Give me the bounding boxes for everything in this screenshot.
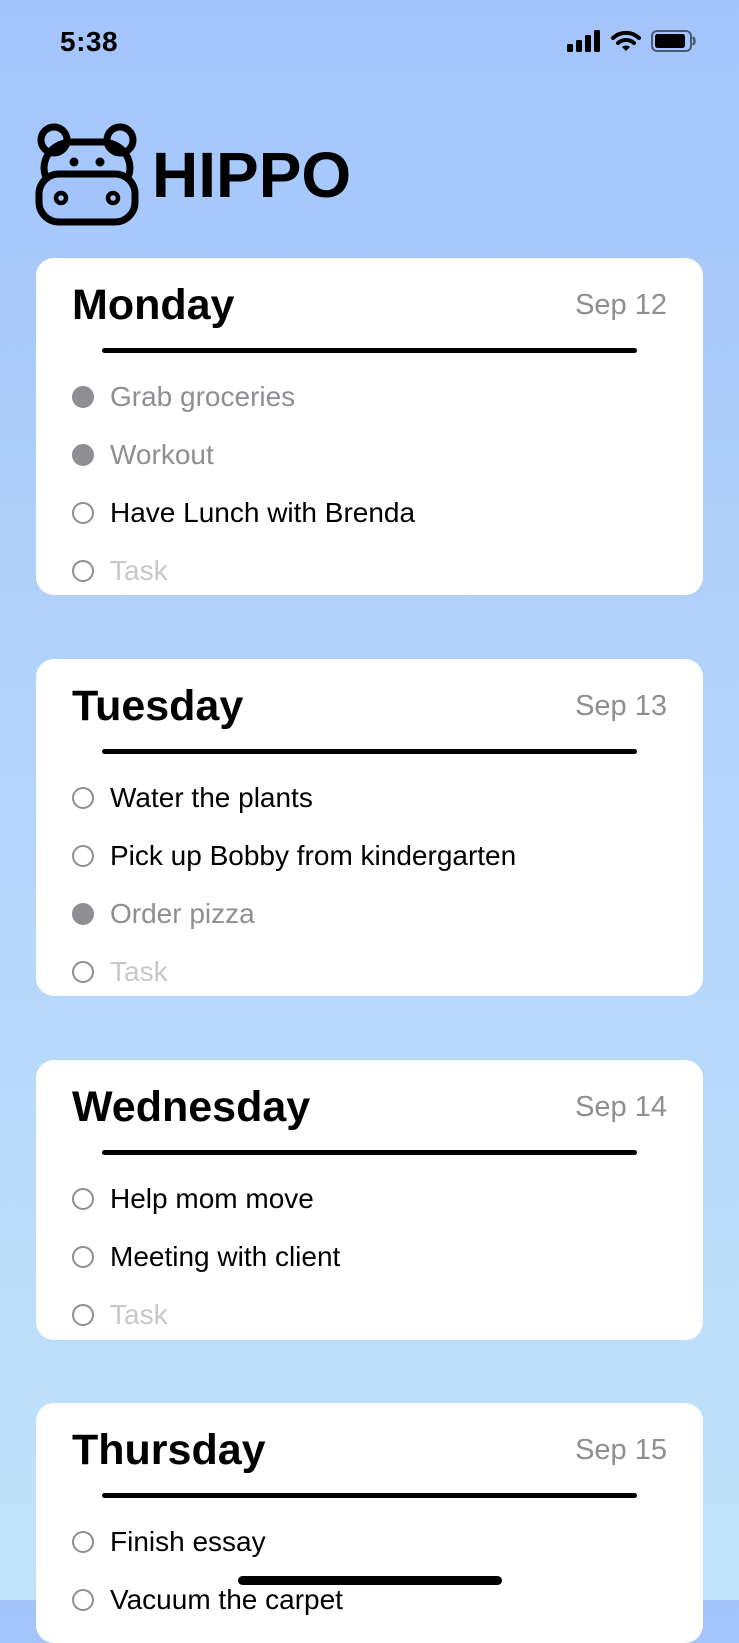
checkbox-unchecked-icon[interactable] — [72, 560, 94, 582]
new-task-input[interactable]: Task — [72, 943, 683, 996]
checkbox-unchecked-icon[interactable] — [72, 1246, 94, 1268]
status-bar: 5:38 — [0, 0, 739, 90]
checkbox-unchecked-icon[interactable] — [72, 1589, 94, 1611]
day-title: Wednesday — [72, 1083, 311, 1131]
new-task-placeholder[interactable]: Task — [110, 956, 168, 988]
divider — [102, 749, 637, 754]
task-list: Water the plants Pick up Bobby from kind… — [72, 769, 683, 996]
task-label: Pick up Bobby from kindergarten — [110, 840, 517, 871]
task-list: Help mom move Meeting with client Task — [72, 1170, 683, 1340]
day-date: Sep 14 — [575, 1091, 667, 1123]
task-label: Workout — [110, 439, 214, 470]
task-label: Have Lunch with Brenda — [110, 497, 416, 528]
task-item[interactable]: Water the plants — [72, 769, 683, 827]
checkbox-checked-icon[interactable] — [72, 386, 94, 408]
day-title: Thursday — [72, 1426, 266, 1474]
task-item[interactable]: Have Lunch with Brenda — [72, 484, 683, 542]
task-label: Grab groceries — [110, 381, 296, 412]
battery-icon — [651, 30, 696, 52]
task-label: Help mom move — [110, 1183, 314, 1214]
day-card-monday: Monday Sep 12 Grab groceries Workout Hav… — [36, 258, 703, 595]
status-time: 5:38 — [60, 26, 119, 57]
day-date: Sep 12 — [575, 289, 667, 321]
divider — [102, 1150, 637, 1155]
task-list: Finish essay Vacuum the carpet — [72, 1513, 683, 1629]
checkbox-unchecked-icon[interactable] — [72, 787, 94, 809]
new-task-input[interactable]: Task — [72, 1286, 683, 1340]
day-card-thursday: Thursday Sep 15 Finish essay Vacuum the … — [36, 1403, 703, 1643]
task-item[interactable]: Help mom move — [72, 1170, 683, 1228]
hippo-icon — [35, 123, 139, 226]
app-title: HIPPO — [152, 139, 352, 211]
status-icons — [567, 30, 697, 52]
day-card-wednesday: Wednesday Sep 14 Help mom move Meeting w… — [36, 1060, 703, 1340]
checkbox-unchecked-icon[interactable] — [72, 961, 94, 983]
task-item[interactable]: Pick up Bobby from kindergarten — [72, 827, 683, 885]
task-item[interactable]: Workout — [72, 426, 683, 484]
day-date: Sep 15 — [575, 1434, 667, 1466]
checkbox-checked-icon[interactable] — [72, 444, 94, 466]
day-title: Tuesday — [72, 682, 244, 730]
checkbox-unchecked-icon[interactable] — [72, 1531, 94, 1553]
divider — [102, 1493, 637, 1498]
app-logo: HIPPO — [34, 122, 351, 228]
task-label: Vacuum the carpet — [110, 1584, 343, 1615]
task-list: Grab groceries Workout Have Lunch with B… — [72, 368, 683, 595]
signal-icon — [567, 30, 600, 52]
task-item[interactable]: Grab groceries — [72, 368, 683, 426]
task-item[interactable]: Finish essay — [72, 1513, 683, 1571]
checkbox-unchecked-icon[interactable] — [72, 1304, 94, 1326]
new-task-placeholder[interactable]: Task — [110, 1299, 168, 1331]
task-label: Finish essay — [110, 1526, 266, 1557]
wifi-icon — [611, 30, 641, 51]
divider — [102, 348, 637, 353]
day-card-tuesday: Tuesday Sep 13 Water the plants Pick up … — [36, 659, 703, 996]
checkbox-checked-icon[interactable] — [72, 903, 94, 925]
checkbox-unchecked-icon[interactable] — [72, 502, 94, 524]
checkbox-unchecked-icon[interactable] — [72, 1188, 94, 1210]
new-task-placeholder[interactable]: Task — [110, 555, 168, 587]
task-item[interactable]: Order pizza — [72, 885, 683, 943]
checkbox-unchecked-icon[interactable] — [72, 845, 94, 867]
home-indicator[interactable] — [238, 1576, 502, 1585]
new-task-input[interactable]: Task — [72, 542, 683, 595]
day-date: Sep 13 — [575, 690, 667, 722]
task-label: Meeting with client — [110, 1241, 341, 1272]
day-title: Monday — [72, 281, 235, 329]
task-label: Water the plants — [110, 782, 313, 813]
task-item[interactable]: Meeting with client — [72, 1228, 683, 1286]
task-label: Order pizza — [110, 898, 255, 929]
